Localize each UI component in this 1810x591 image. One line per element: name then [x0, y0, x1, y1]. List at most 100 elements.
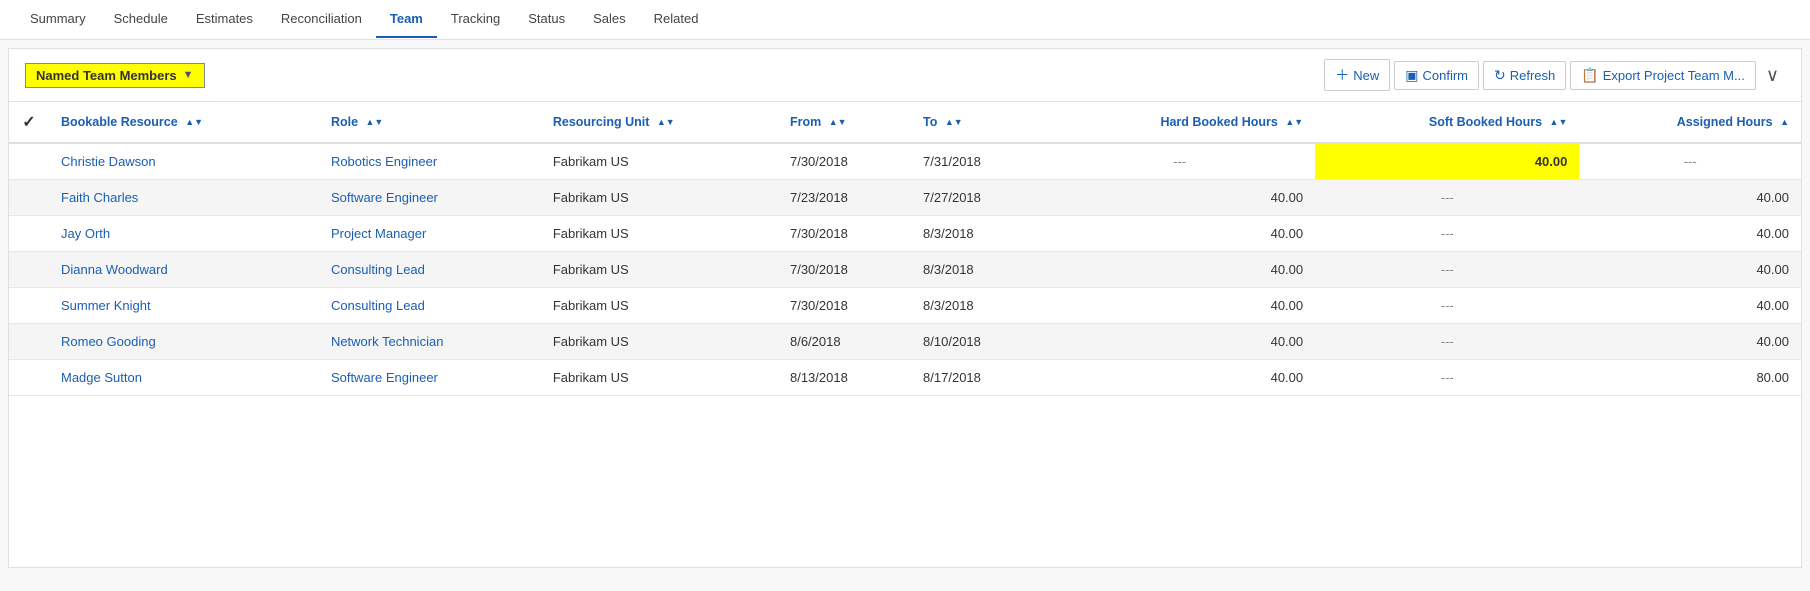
col-bookable-resource[interactable]: Bookable Resource ▲▼: [49, 102, 319, 143]
sort-icon: ▲▼: [945, 118, 963, 127]
soft-booked-hours-cell: ---: [1315, 180, 1579, 216]
nav-item-sales[interactable]: Sales: [579, 1, 640, 38]
from-cell: 8/13/2018: [778, 360, 911, 396]
section-actions: ＋ New ▣ Confirm ↻ Refresh 📋 Export Proje…: [1324, 59, 1785, 91]
sort-icon: ▲▼: [185, 118, 203, 127]
team-members-table: ✓ Bookable Resource ▲▼ Role ▲▼ Resourcin…: [9, 102, 1801, 396]
col-to[interactable]: To ▲▼: [911, 102, 1044, 143]
table-row: Jay OrthProject ManagerFabrikam US7/30/2…: [9, 216, 1801, 252]
from-cell: 8/6/2018: [778, 324, 911, 360]
sort-icon: ▲: [1780, 118, 1789, 127]
bookable-resource-cell[interactable]: Summer Knight: [49, 288, 319, 324]
nav-item-summary[interactable]: Summary: [16, 1, 100, 38]
row-checkbox[interactable]: [9, 324, 49, 360]
soft-booked-hours-cell: ---: [1315, 360, 1579, 396]
table-row: Summer KnightConsulting LeadFabrikam US7…: [9, 288, 1801, 324]
assigned-hours-cell: ---: [1579, 143, 1801, 180]
role-cell[interactable]: Consulting Lead: [319, 288, 541, 324]
bookable-resource-cell[interactable]: Dianna Woodward: [49, 252, 319, 288]
from-cell: 7/30/2018: [778, 252, 911, 288]
assigned-hours-cell: 40.00: [1579, 288, 1801, 324]
sort-icon: ▲▼: [366, 118, 384, 127]
row-checkbox[interactable]: [9, 143, 49, 180]
soft-booked-hours-cell: 40.00: [1315, 143, 1579, 180]
assigned-hours-cell: 40.00: [1579, 324, 1801, 360]
hard-booked-hours-cell: 40.00: [1044, 360, 1315, 396]
table-row: Madge SuttonSoftware EngineerFabrikam US…: [9, 360, 1801, 396]
resourcing-unit-cell: Fabrikam US: [541, 252, 778, 288]
hard-booked-hours-cell: 40.00: [1044, 180, 1315, 216]
nav-item-related[interactable]: Related: [640, 1, 713, 38]
bookable-resource-cell[interactable]: Christie Dawson: [49, 143, 319, 180]
confirm-button[interactable]: ▣ Confirm: [1394, 61, 1479, 90]
bookable-resource-cell[interactable]: Faith Charles: [49, 180, 319, 216]
table-row: Dianna WoodwardConsulting LeadFabrikam U…: [9, 252, 1801, 288]
named-team-members-title[interactable]: Named Team Members ▼: [25, 63, 205, 88]
hard-booked-hours-cell: 40.00: [1044, 252, 1315, 288]
from-cell: 7/30/2018: [778, 143, 911, 180]
to-cell: 8/3/2018: [911, 288, 1044, 324]
section-header: Named Team Members ▼ ＋ New ▣ Confirm ↻ R…: [9, 49, 1801, 102]
resourcing-unit-cell: Fabrikam US: [541, 180, 778, 216]
bookable-resource-cell[interactable]: Jay Orth: [49, 216, 319, 252]
from-cell: 7/30/2018: [778, 216, 911, 252]
table-header-row: ✓ Bookable Resource ▲▼ Role ▲▼ Resourcin…: [9, 102, 1801, 143]
role-cell[interactable]: Network Technician: [319, 324, 541, 360]
role-cell[interactable]: Project Manager: [319, 216, 541, 252]
assigned-hours-cell: 40.00: [1579, 252, 1801, 288]
resourcing-unit-cell: Fabrikam US: [541, 288, 778, 324]
select-all-checkbox[interactable]: ✓: [9, 102, 49, 143]
new-button[interactable]: ＋ New: [1324, 59, 1390, 91]
from-cell: 7/30/2018: [778, 288, 911, 324]
col-hard-booked-hours[interactable]: Hard Booked Hours ▲▼: [1044, 102, 1315, 143]
col-role[interactable]: Role ▲▼: [319, 102, 541, 143]
from-cell: 7/23/2018: [778, 180, 911, 216]
table-row: Faith CharlesSoftware EngineerFabrikam U…: [9, 180, 1801, 216]
row-checkbox[interactable]: [9, 252, 49, 288]
bookable-resource-cell[interactable]: Madge Sutton: [49, 360, 319, 396]
to-cell: 8/10/2018: [911, 324, 1044, 360]
role-cell[interactable]: Robotics Engineer: [319, 143, 541, 180]
bookable-resource-cell[interactable]: Romeo Gooding: [49, 324, 319, 360]
soft-booked-hours-cell: ---: [1315, 252, 1579, 288]
col-soft-booked-hours[interactable]: Soft Booked Hours ▲▼: [1315, 102, 1579, 143]
nav-item-reconciliation[interactable]: Reconciliation: [267, 1, 376, 38]
more-options-button[interactable]: ∨: [1760, 61, 1785, 90]
to-cell: 7/27/2018: [911, 180, 1044, 216]
nav-item-estimates[interactable]: Estimates: [182, 1, 267, 38]
nav-item-tracking[interactable]: Tracking: [437, 1, 514, 38]
hard-booked-hours-cell: ---: [1044, 143, 1315, 180]
soft-booked-hours-cell: ---: [1315, 216, 1579, 252]
row-checkbox[interactable]: [9, 216, 49, 252]
col-from[interactable]: From ▲▼: [778, 102, 911, 143]
hard-booked-hours-cell: 40.00: [1044, 324, 1315, 360]
chevron-down-icon: ∨: [1766, 65, 1779, 86]
table-row: Romeo GoodingNetwork TechnicianFabrikam …: [9, 324, 1801, 360]
refresh-button[interactable]: ↻ Refresh: [1483, 61, 1566, 90]
role-cell[interactable]: Consulting Lead: [319, 252, 541, 288]
row-checkbox[interactable]: [9, 288, 49, 324]
nav-item-status[interactable]: Status: [514, 1, 579, 38]
nav-item-schedule[interactable]: Schedule: [100, 1, 182, 38]
row-checkbox[interactable]: [9, 360, 49, 396]
plus-icon: ＋: [1335, 65, 1349, 85]
to-cell: 8/17/2018: [911, 360, 1044, 396]
table-row: Christie DawsonRobotics EngineerFabrikam…: [9, 143, 1801, 180]
sort-icon: ▲▼: [1550, 118, 1568, 127]
role-cell[interactable]: Software Engineer: [319, 180, 541, 216]
role-cell[interactable]: Software Engineer: [319, 360, 541, 396]
nav-item-team[interactable]: Team: [376, 1, 437, 38]
hard-booked-hours-cell: 40.00: [1044, 288, 1315, 324]
assigned-hours-cell: 40.00: [1579, 180, 1801, 216]
row-checkbox[interactable]: [9, 180, 49, 216]
top-navigation: SummaryScheduleEstimatesReconciliationTe…: [0, 0, 1810, 40]
soft-booked-hours-cell: ---: [1315, 288, 1579, 324]
assigned-hours-cell: 40.00: [1579, 216, 1801, 252]
export-button[interactable]: 📋 Export Project Team M...: [1570, 61, 1756, 90]
to-cell: 8/3/2018: [911, 216, 1044, 252]
col-assigned-hours[interactable]: Assigned Hours ▲: [1579, 102, 1801, 143]
col-resourcing-unit[interactable]: Resourcing Unit ▲▼: [541, 102, 778, 143]
section-title-label: Named Team Members: [36, 68, 177, 83]
resourcing-unit-cell: Fabrikam US: [541, 324, 778, 360]
export-icon: 📋: [1581, 67, 1598, 84]
